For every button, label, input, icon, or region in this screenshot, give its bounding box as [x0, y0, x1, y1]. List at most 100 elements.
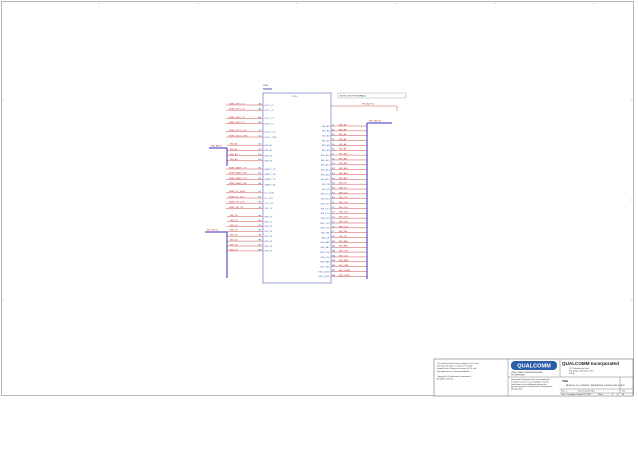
- left-pin-net: EBI_D5: [230, 240, 238, 242]
- right-pin-net: EBI_D12: [339, 202, 349, 204]
- right-pin-label: EBI_CS1: [321, 228, 331, 230]
- title-label: Title: [562, 379, 568, 383]
- left-pin-label: EBI_D6: [265, 246, 273, 248]
- left-pin-label: EBI_D7: [265, 251, 273, 253]
- left-pin-label: SDC1_CLK: [265, 132, 277, 134]
- left-pin-net: EBI_A3: [230, 158, 238, 161]
- left-pin-net: EBI_D7: [230, 249, 238, 251]
- right-pin-label: EBI_D13: [321, 208, 331, 210]
- right-pin-label: EBI_D8: [322, 184, 330, 186]
- left-pin-net: MDM_UART1_RX: [229, 172, 247, 175]
- right-pin-label: EBI_A6: [322, 135, 330, 138]
- right-pin-net: EBI_RAS: [339, 259, 349, 262]
- right-pin-net: EBI_A4: [339, 123, 347, 126]
- right-pin-net: EBI_OE: [339, 236, 347, 238]
- right-pin-label: EBI_A8: [322, 144, 330, 147]
- right-pin-label: EBI_CS0: [321, 223, 331, 225]
- right-pin-label: EBI_OE: [322, 237, 330, 239]
- right-pin-label: EBI_A4: [322, 125, 330, 128]
- left-pin-net: MDM_I2C_SCL: [229, 196, 245, 198]
- svg-text:Management.: Management.: [511, 388, 524, 391]
- left-pin-label: UART2_TX: [265, 178, 277, 181]
- right-pin-net: EBI_A12: [339, 162, 348, 165]
- right-pin-label: EBI_D12: [321, 203, 331, 205]
- right-pin-net: EBI_D11: [339, 197, 348, 199]
- right-pin-label: EBI_RAS: [320, 261, 330, 264]
- sheet-label: Sheet: [598, 393, 604, 396]
- date-label: Date:: [561, 393, 566, 396]
- right-pin-label: EBI_A5: [322, 130, 330, 133]
- svg-text:international export, re-expor: international export, re-export or trans…: [437, 365, 473, 368]
- left-pin-label: EBI_A2: [265, 154, 273, 157]
- left-bus-top-label: EBI_A[3:0]: [211, 145, 222, 148]
- left-pin-net: EBI_A2: [230, 153, 238, 156]
- right-pin-net: EBI_CS1: [339, 226, 349, 228]
- right-pin-net: EBI_A7: [339, 138, 347, 141]
- left-pin-label: SPI_CS: [265, 208, 273, 210]
- left-pin-net: MDM_GPIO_73: [229, 109, 245, 111]
- right-pin-label: EBI_CAS: [320, 265, 330, 268]
- left-pin-net: EBI_A1: [230, 148, 238, 151]
- right-pin-net: EBI_CLK: [339, 255, 349, 257]
- ic-body: [262, 92, 332, 284]
- left-pin-net: EBI_D0: [230, 215, 238, 217]
- right-pin-net: EBI_DQM0: [339, 270, 351, 272]
- right-pin-net: EBI_D8: [339, 183, 347, 185]
- right-pin-net: EBI_A15: [339, 177, 348, 180]
- right-pin-net: EBI_WE: [339, 231, 348, 233]
- right-bus-label: EBI_D[15:0]: [369, 121, 381, 123]
- left-pin-net: MDM_SDC1_CLK: [229, 130, 247, 132]
- left-pin-label: GPIO_74: [265, 118, 275, 120]
- right-pin-label: EBI_A7: [322, 139, 330, 142]
- left-pin-net: MDM_UART2_TX: [229, 177, 247, 180]
- right-pin-net: EBI_A13: [339, 167, 348, 170]
- right-pin-net: EBI_A5: [339, 128, 347, 131]
- rev-label: Rev: [622, 391, 626, 393]
- right-pin-net: EBI_BA0: [339, 240, 349, 243]
- svg-text:international law is strictly: international law is strictly prohibited…: [437, 370, 470, 373]
- left-pin-label: SPI_CLK: [265, 203, 275, 205]
- right-pin-label: EBI_D14: [321, 213, 331, 215]
- right-pin-net: EBI_D9: [339, 187, 347, 189]
- ic-refdes: U100: [292, 96, 298, 98]
- left-pin-label: I2C_SCL: [265, 198, 275, 200]
- left-pin-label: EBI_A1: [265, 149, 273, 152]
- right-pin-net: EBI_BA1: [339, 245, 349, 248]
- qualcomm-logo: QUALCOMM: [511, 361, 557, 370]
- right-pin-net: EBI_A11: [339, 157, 348, 160]
- left-pin-net: EBI_D1: [230, 220, 238, 222]
- left-pin-net: MDM_UART1_TX: [229, 166, 247, 169]
- doc-number-label: Document Number: [578, 390, 595, 393]
- left-pin-label: UART1_TX: [265, 168, 277, 171]
- left-pin-net: MDM_SDC1_CMD: [229, 135, 248, 137]
- left-pin-net: MDM_GPIO_72: [229, 103, 245, 105]
- left-pin-net: EBI_D4: [230, 235, 238, 237]
- note-text: NOTE: DNI FOR DEFAULT: [340, 95, 367, 98]
- title-block: This technical data may be subject to U.…: [433, 358, 634, 397]
- right-pin-label: EBI_DQM1: [318, 276, 330, 278]
- right-pin-label: EBI_A10: [321, 154, 330, 157]
- svg-text:This technical data may be sub: This technical data may be subject to U.…: [437, 362, 478, 365]
- left-pin-net: MDM_I2C_SDA: [229, 190, 245, 193]
- svg-text:QUALCOMM: QUALCOMM: [517, 364, 551, 370]
- right-pin-label: EBI_A13: [321, 168, 330, 171]
- left-pin-net: MDM_GPIO_74: [229, 117, 245, 119]
- right-pin-net: EBI_A10: [339, 153, 348, 156]
- right-pin-label: EBI_CKE: [320, 252, 330, 254]
- left-pin-net: EBI_D6: [230, 244, 238, 246]
- left-pin-label: GPIO_75: [265, 123, 275, 125]
- svg-text:Copyright (c) Qualcomm Incorpo: Copyright (c) Qualcomm Incorporated: [437, 375, 470, 378]
- left-pin-label: EBI_D5: [265, 241, 273, 243]
- left-pin-net: MDM_SPI_CS: [229, 207, 244, 209]
- right-pin-net: EBI_D13: [339, 207, 349, 209]
- left-pin-label: EBI_D0: [265, 216, 273, 218]
- left-pin-net: EBI_D3: [230, 230, 238, 232]
- left-pin-label: EBI_D2: [265, 226, 273, 228]
- confidential-line-2: PROPRIETARY: [511, 373, 526, 376]
- right-pin-label: EBI_A12: [321, 164, 330, 167]
- right-pin-net: EBI_CAS: [339, 264, 349, 267]
- left-pin-label: GPIO_73: [265, 110, 275, 112]
- ic-top-label: U100: [263, 85, 269, 87]
- right-pin-label: EBI_A14: [321, 173, 330, 176]
- right-pin-net: EBI_A6: [339, 133, 347, 136]
